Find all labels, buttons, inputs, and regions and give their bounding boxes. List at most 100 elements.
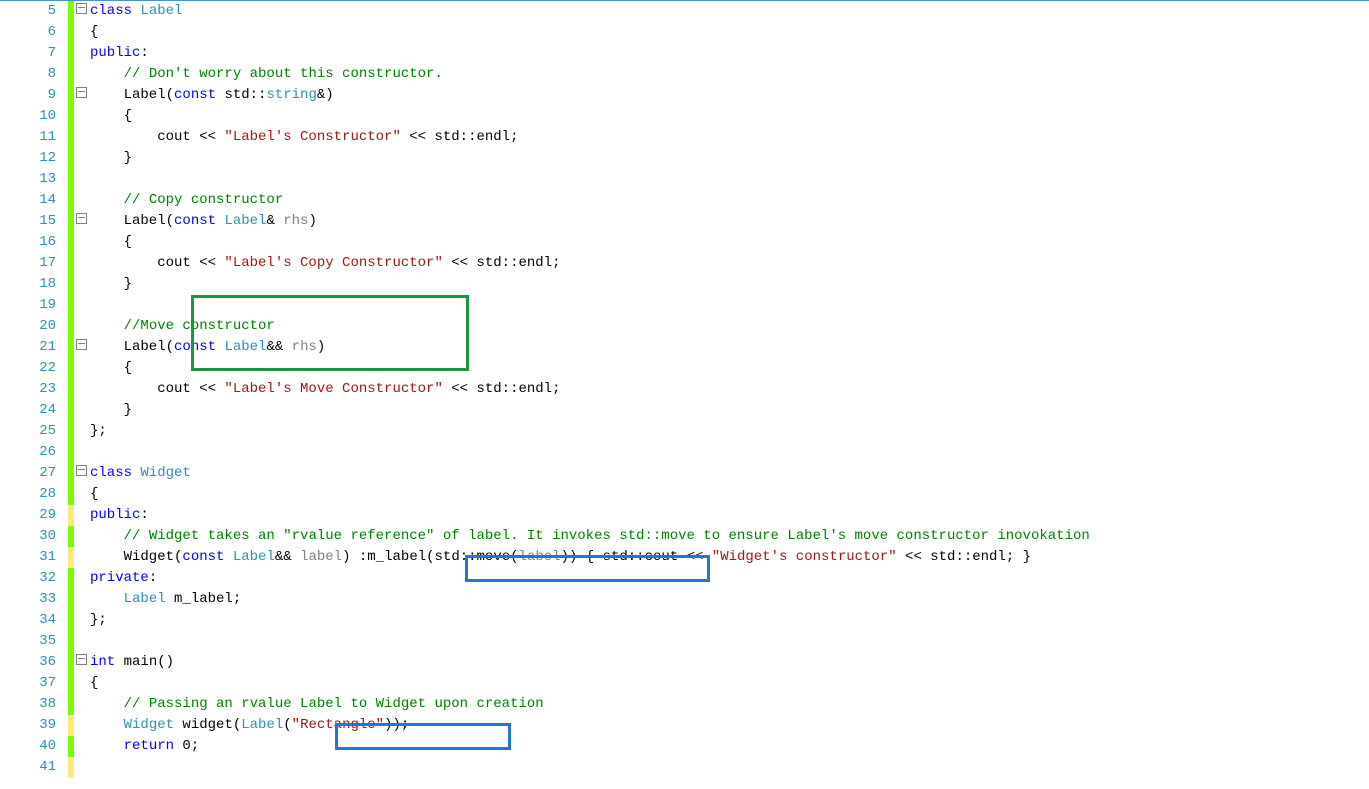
- code-token: << std::endl;: [443, 255, 561, 271]
- code-token: Label: [124, 591, 166, 607]
- code-token: [90, 318, 124, 334]
- code-token: "Label's Constructor": [224, 129, 400, 145]
- code-line[interactable]: {: [88, 484, 1369, 505]
- code-area[interactable]: class Label{public: // Don't worry about…: [88, 1, 1369, 778]
- code-token: public: [90, 45, 140, 61]
- code-line[interactable]: };: [88, 421, 1369, 442]
- code-line[interactable]: [88, 442, 1369, 463]
- collapse-icon[interactable]: [76, 3, 87, 14]
- fold-toggle: [74, 106, 88, 127]
- code-line[interactable]: // Copy constructor: [88, 190, 1369, 211]
- code-line[interactable]: class Widget: [88, 463, 1369, 484]
- code-line[interactable]: {: [88, 22, 1369, 43]
- code-line[interactable]: // Widget takes an "rvalue reference" of…: [88, 526, 1369, 547]
- fold-toggle: [74, 547, 88, 568]
- code-line[interactable]: [88, 631, 1369, 652]
- code-line[interactable]: Widget(const Label&& label) :m_label(std…: [88, 547, 1369, 568]
- line-number: 23: [0, 379, 56, 400]
- fold-toggle[interactable]: [74, 652, 88, 673]
- code-line[interactable]: Widget widget(Label("Rectangle"));: [88, 715, 1369, 736]
- code-token: Label: [233, 549, 275, 565]
- code-token: rhs: [283, 213, 308, 229]
- code-line[interactable]: }: [88, 400, 1369, 421]
- code-line[interactable]: [88, 169, 1369, 190]
- code-line[interactable]: {: [88, 673, 1369, 694]
- code-line[interactable]: {: [88, 358, 1369, 379]
- fold-toggle: [74, 694, 88, 715]
- code-token: << std::endl;: [401, 129, 519, 145]
- code-line[interactable]: };: [88, 610, 1369, 631]
- code-line[interactable]: return 0;: [88, 736, 1369, 757]
- line-number: 27: [0, 463, 56, 484]
- code-line[interactable]: {: [88, 232, 1369, 253]
- code-token: std::: [224, 87, 266, 103]
- fold-toggle[interactable]: [74, 1, 88, 22]
- code-token: // Widget takes an "rvalue reference" of…: [124, 528, 1090, 544]
- collapse-icon[interactable]: [76, 339, 87, 350]
- code-token: //Move constructor: [124, 318, 275, 334]
- line-number: 26: [0, 442, 56, 463]
- code-token: Label(: [90, 87, 174, 103]
- code-line[interactable]: cout << "Label's Constructor" << std::en…: [88, 127, 1369, 148]
- code-line[interactable]: public:: [88, 43, 1369, 64]
- collapse-icon[interactable]: [76, 465, 87, 476]
- code-token: [90, 66, 124, 82]
- line-number: 30: [0, 526, 56, 547]
- code-line[interactable]: // Passing an rvalue Label to Widget upo…: [88, 694, 1369, 715]
- code-line[interactable]: Label(const Label& rhs): [88, 211, 1369, 232]
- collapse-icon[interactable]: [76, 87, 87, 98]
- line-number: 31: [0, 547, 56, 568]
- fold-toggle[interactable]: [74, 211, 88, 232]
- code-token: "Label's Copy Constructor": [224, 255, 442, 271]
- code-line[interactable]: Label(const std::string&): [88, 85, 1369, 106]
- fold-gutter[interactable]: [74, 1, 88, 778]
- fold-toggle: [74, 169, 88, 190]
- code-line[interactable]: {: [88, 106, 1369, 127]
- code-token: }: [90, 402, 132, 418]
- code-token: rhs: [292, 339, 317, 355]
- code-line[interactable]: Label m_label;: [88, 589, 1369, 610]
- code-line[interactable]: Label(const Label&& rhs): [88, 337, 1369, 358]
- code-line[interactable]: //Move constructor: [88, 316, 1369, 337]
- fold-toggle: [74, 127, 88, 148]
- line-number: 29: [0, 505, 56, 526]
- code-token: Label: [241, 717, 283, 733]
- code-token: label: [300, 549, 342, 565]
- code-token: Widget: [124, 717, 174, 733]
- line-number: 20: [0, 316, 56, 337]
- code-token: {: [90, 675, 98, 691]
- code-line[interactable]: public:: [88, 505, 1369, 526]
- code-token: const: [182, 549, 232, 565]
- code-token: widget(: [174, 717, 241, 733]
- line-number: 22: [0, 358, 56, 379]
- code-line[interactable]: }: [88, 274, 1369, 295]
- code-line[interactable]: // Don't worry about this constructor.: [88, 64, 1369, 85]
- code-line[interactable]: [88, 295, 1369, 316]
- fold-toggle[interactable]: [74, 337, 88, 358]
- collapse-icon[interactable]: [76, 654, 87, 665]
- code-line[interactable]: }: [88, 148, 1369, 169]
- code-line[interactable]: int main(): [88, 652, 1369, 673]
- line-number: 37: [0, 673, 56, 694]
- line-number: 11: [0, 127, 56, 148]
- code-line[interactable]: cout << "Label's Copy Constructor" << st…: [88, 253, 1369, 274]
- line-number: 14: [0, 190, 56, 211]
- fold-toggle: [74, 190, 88, 211]
- line-number: 35: [0, 631, 56, 652]
- code-editor[interactable]: 5678910111213141516171819202122232425262…: [0, 0, 1369, 778]
- collapse-icon[interactable]: [76, 213, 87, 224]
- fold-toggle[interactable]: [74, 463, 88, 484]
- code-line[interactable]: class Label: [88, 1, 1369, 22]
- line-number: 7: [0, 43, 56, 64]
- code-line[interactable]: private:: [88, 568, 1369, 589]
- code-line[interactable]: [88, 757, 1369, 778]
- code-line[interactable]: cout << "Label's Move Constructor" << st…: [88, 379, 1369, 400]
- code-token: Label: [224, 213, 266, 229]
- code-token: const: [174, 339, 224, 355]
- code-token: { std::cout <<: [577, 549, 711, 565]
- line-number: 10: [0, 106, 56, 127]
- fold-toggle[interactable]: [74, 85, 88, 106]
- line-number: 6: [0, 22, 56, 43]
- code-token: Label(: [90, 339, 174, 355]
- code-token: ): [342, 549, 359, 565]
